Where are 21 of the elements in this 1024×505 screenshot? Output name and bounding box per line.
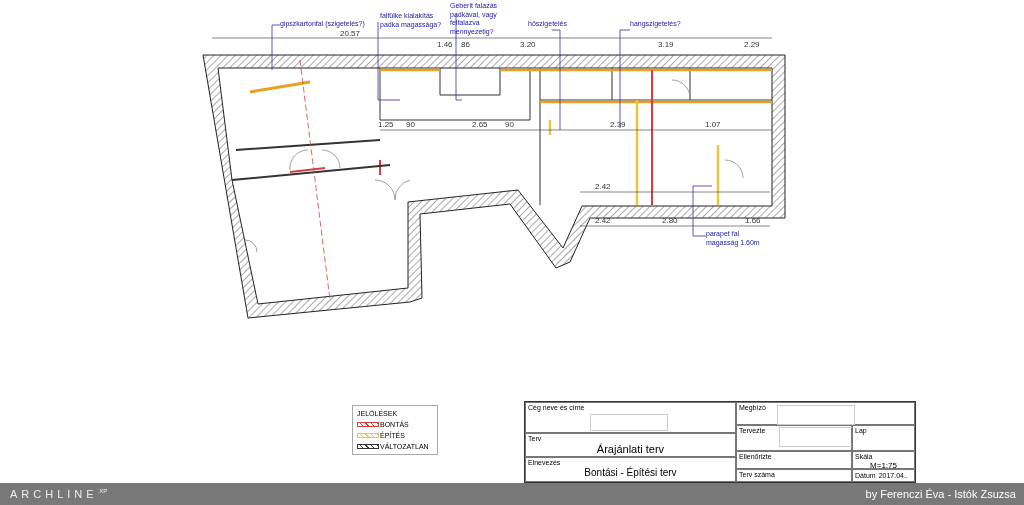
credit-text: by Ferenczi Éva - Istók Zsuzsa — [865, 488, 1016, 500]
dimension-label: 3.20 — [520, 40, 536, 49]
logo-text: ARCHLINE$^{.XP}$ — [10, 488, 108, 500]
dimension-label: 90 — [505, 120, 514, 129]
dimension-label: 2.80 — [662, 216, 678, 225]
dimension-label: 90 — [406, 120, 415, 129]
scale-value: M=1:75 — [869, 461, 898, 470]
dimension-label: 2.39 — [610, 120, 626, 129]
dimension-label: 3.19 — [658, 40, 674, 49]
dimension-label: 2.42 — [595, 216, 611, 225]
dimension-label: 1.07 — [705, 120, 721, 129]
plan-name: Bontási - Építési terv — [583, 467, 678, 479]
dimension-label: 2.29 — [744, 40, 760, 49]
dimension-label: 86 — [461, 40, 470, 49]
dimension-label: 1.46 — [437, 40, 453, 49]
dimension-label: 20.57 — [340, 29, 361, 38]
dimension-label: 1.25 — [378, 120, 394, 129]
dimension-label: 2.65 — [472, 120, 488, 129]
dimension-label: 1.66 — [745, 216, 761, 225]
plan-title: Árajánlati terv — [595, 443, 666, 456]
dimension-label: 2.42 — [595, 182, 611, 191]
